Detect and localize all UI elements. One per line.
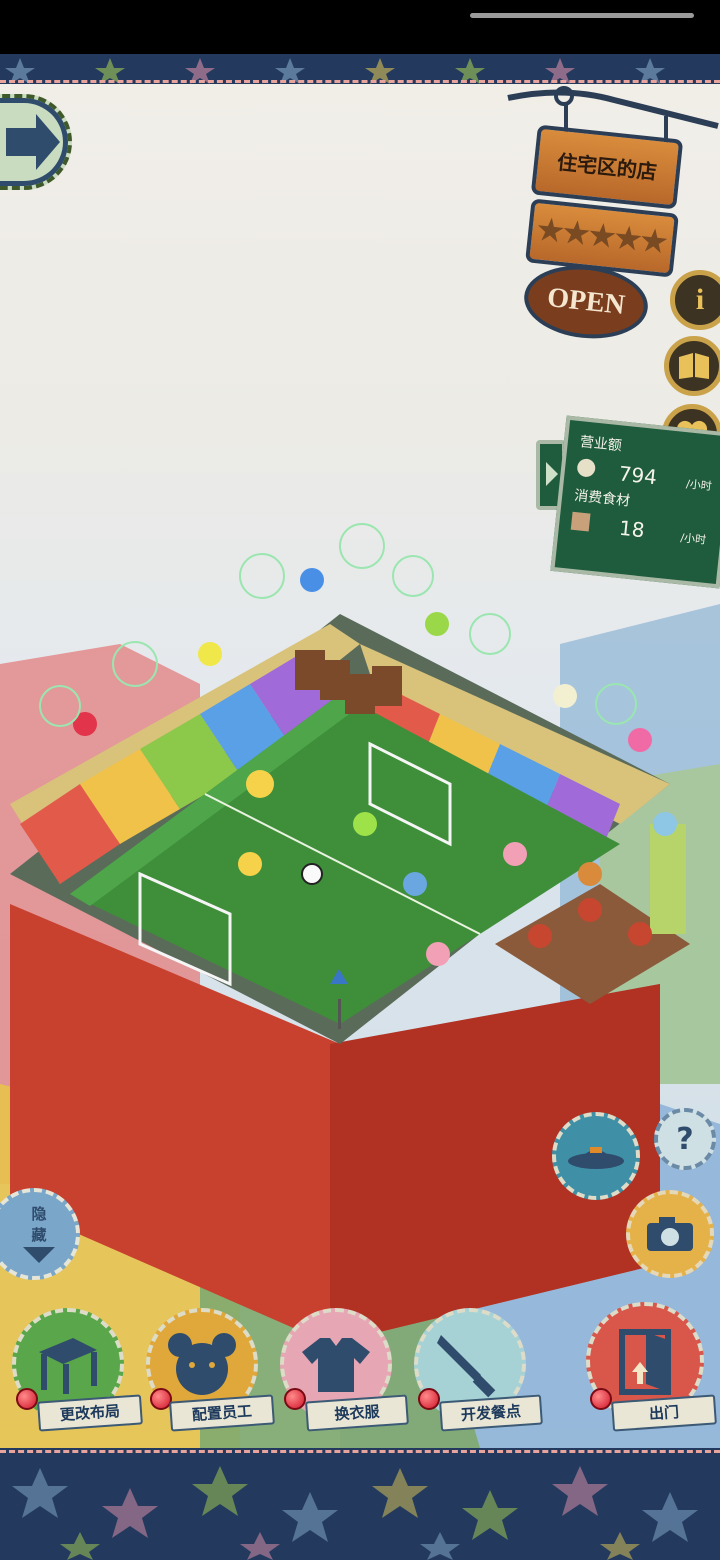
bear-head-icon [168,1333,236,1395]
pin-icon [418,1388,440,1410]
pin-icon [590,1388,612,1410]
help-button[interactable]: ? [654,1108,716,1170]
open-label: OPEN [545,282,627,321]
stitch-line [0,1450,720,1453]
coin-icon [576,457,597,478]
bottom-star-border [0,1448,720,1560]
menu-label-layout[interactable]: 更改布局 [37,1394,143,1432]
table-icon [39,1338,97,1394]
back-arrow-button[interactable] [0,94,72,190]
hat-button[interactable] [552,1112,640,1200]
menu-label-go-out[interactable]: 出门 [611,1394,717,1432]
stitch-line [0,80,720,83]
pin-icon [284,1388,306,1410]
info-icon: i [695,283,705,316]
shirt-icon [302,1338,370,1392]
ingredients-value: 18 [617,515,646,543]
revenue-value: 794 [617,461,659,490]
menu-label-develop[interactable]: 开发餐点 [439,1394,543,1432]
shop-name: 住宅区的店 [556,149,658,185]
hide-label-1: 隐 [31,1205,47,1223]
top-star-border [0,54,720,84]
bottom-menu: 更改布局 配置员工 换衣服 开发餐点 出门 [0,1302,720,1448]
door-icon [619,1329,671,1395]
pin-icon [16,1388,38,1410]
knife-icon [437,1335,496,1398]
book-icon [679,353,709,379]
menu-label-staff[interactable]: 配置员工 [169,1394,275,1432]
hide-label-2: 藏 [31,1226,47,1244]
ingredients-icon [570,511,591,532]
recipe-book-button[interactable] [664,336,720,396]
star-pattern [12,1466,698,1560]
status-bar [0,0,720,54]
arrow-right-icon [6,114,60,170]
camera-button[interactable] [626,1190,714,1278]
menu-label-clothes[interactable]: 换衣服 [305,1394,409,1432]
game-scene: 住宅区的店 OPEN i 营业额 794 /小时 消费食材 18 /小时 ? 隐… [0,84,720,1448]
revenue-unit: /小时 [685,477,713,494]
rating-stars [537,217,668,254]
stats-board: 营业额 794 /小时 消费食材 18 /小时 [550,415,720,589]
home-indicator [470,13,694,18]
question-icon: ? [676,1121,694,1157]
hat-icon [568,1147,624,1169]
arrow-down-icon [23,1247,55,1263]
ingredients-unit: /小时 [679,531,707,547]
camera-icon [647,1217,693,1251]
